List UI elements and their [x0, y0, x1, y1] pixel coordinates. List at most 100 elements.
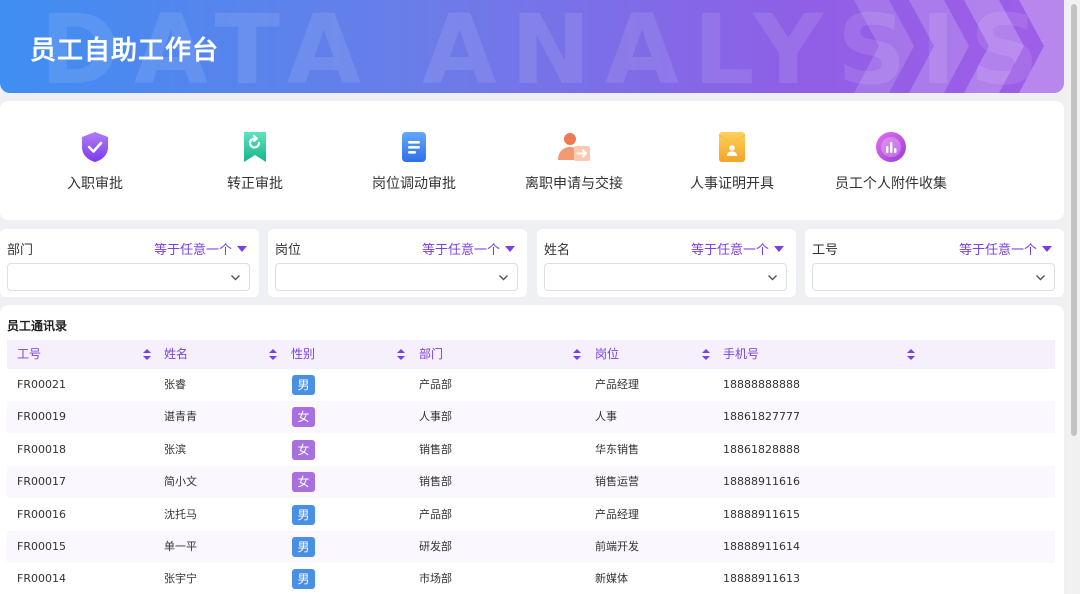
position-select[interactable] — [275, 263, 518, 291]
table-row[interactable]: FR00018 张滨 女 销售部 华东销售 18861828888 — [7, 434, 1055, 466]
shortcut-hr-certificate[interactable]: 人事证明开具 — [683, 101, 781, 220]
column-header-dept[interactable]: 部门 — [419, 340, 443, 369]
cell-dept: 研发部 — [419, 540, 452, 553]
employee-id-select[interactable] — [812, 263, 1055, 291]
shortcut-attachment-collection[interactable]: 员工个人附件收集 — [830, 101, 952, 220]
sort-icon[interactable] — [143, 349, 151, 360]
cell-name: 沈托马 — [164, 507, 197, 521]
shortcut-label: 员工个人附件收集 — [835, 176, 947, 192]
cell-name: 简小文 — [164, 475, 197, 489]
table-row[interactable]: FR00019 谌青青 女 人事部 人事 18861827777 — [7, 401, 1055, 434]
table-row[interactable]: FR00015 单一平 男 研发部 前端开发 18888911614 — [7, 531, 1055, 563]
cell-post: 产品经理 — [595, 507, 639, 521]
chevron-down-icon — [499, 275, 508, 281]
caret-down-icon — [237, 245, 247, 252]
shortcut-label: 离职申请与交接 — [525, 176, 623, 192]
filter-operator-dropdown[interactable]: 等于任意一个 — [154, 239, 247, 258]
shortcut-onboarding-approval[interactable]: 入职审批 — [55, 101, 135, 220]
cell-phone: 18861828888 — [723, 442, 800, 456]
filter-operator-label: 等于任意一个 — [958, 243, 1037, 258]
filter-name: 姓名 等于任意一个 — [537, 229, 796, 297]
cell-dept: 产品部 — [419, 378, 452, 391]
cell-id: FR00019 — [17, 410, 66, 424]
cell-post: 华东销售 — [595, 442, 639, 456]
shortcut-probation-approval[interactable]: 转正审批 — [215, 101, 295, 220]
cell-phone: 18888911616 — [723, 475, 800, 489]
cell-post: 产品经理 — [595, 378, 639, 391]
gender-badge: 男 — [292, 504, 315, 525]
chevron-down-icon — [1036, 275, 1045, 281]
document-list-icon — [402, 132, 426, 162]
filter-label: 姓名 — [544, 243, 571, 258]
filter-label: 部门 — [7, 243, 34, 258]
cell-post: 销售运营 — [595, 475, 639, 489]
name-select[interactable] — [544, 263, 787, 291]
column-header-gender[interactable]: 性别 — [291, 340, 315, 369]
filter-operator-dropdown[interactable]: 等于任意一个 — [691, 239, 784, 258]
cell-dept: 人事部 — [419, 410, 452, 424]
shortcut-transfer-approval[interactable]: 岗位调动审批 — [364, 101, 464, 220]
cell-id: FR00018 — [17, 442, 66, 456]
employee-directory-card: 员工通讯录 工号 姓名 性别 部门 岗位 手机号 FR00021 张睿男产品部 产品经理 188… — [0, 305, 1064, 594]
shortcut-label: 入职审批 — [67, 176, 123, 192]
column-header-name[interactable]: 姓名 — [164, 340, 188, 369]
table-row[interactable]: FR00014 张宇宁 男 市场部 新媒体 18888911613 — [7, 563, 1055, 594]
cell-id: FR00014 — [17, 572, 66, 586]
filter-operator-dropdown[interactable]: 等于任意一个 — [959, 239, 1052, 258]
caret-down-icon — [774, 245, 784, 252]
cell-name: 张宇宁 — [164, 572, 197, 586]
filter-operator-label: 等于任意一个 — [690, 243, 769, 258]
shortcut-panel: 入职审批 转正审批 岗位调动审批 离职申请与交接 人事证明开具 员工个人附件收集 — [0, 101, 1064, 220]
gender-badge: 男 — [292, 375, 315, 395]
cell-name: 张滨 — [164, 442, 186, 456]
shortcut-label: 转正审批 — [227, 176, 283, 192]
column-header-post[interactable]: 岗位 — [595, 340, 619, 369]
sort-icon[interactable] — [702, 349, 710, 360]
cell-dept: 销售部 — [419, 442, 452, 456]
filter-position: 岗位 等于任意一个 — [268, 229, 527, 297]
sort-icon[interactable] — [573, 349, 581, 360]
sort-icon[interactable] — [907, 349, 915, 360]
cell-dept: 产品部 — [419, 507, 452, 521]
table-header: 工号 姓名 性别 部门 岗位 手机号 — [7, 340, 1055, 369]
table-row[interactable]: FR00017 简小文 女 销售部 销售运营 18888911616 — [7, 466, 1055, 499]
column-header-phone[interactable]: 手机号 — [723, 340, 759, 369]
shield-check-icon — [82, 132, 108, 162]
gender-badge: 女 — [292, 407, 315, 428]
filter-operator-dropdown[interactable]: 等于任意一个 — [422, 239, 515, 258]
gender-badge: 男 — [292, 569, 315, 590]
chevron-down-icon — [768, 275, 777, 281]
cell-id: FR00017 — [17, 475, 66, 489]
cell-name: 谌青青 — [164, 410, 197, 424]
filter-label: 工号 — [812, 243, 839, 258]
sort-icon[interactable] — [397, 349, 405, 360]
cell-phone: 18888911613 — [723, 572, 800, 586]
shortcut-resignation-handover[interactable]: 离职申请与交接 — [520, 101, 628, 220]
filter-label: 岗位 — [275, 243, 302, 258]
cell-id: FR00021 — [17, 378, 66, 391]
cell-post: 前端开发 — [595, 540, 639, 553]
column-header-id[interactable]: 工号 — [17, 340, 41, 369]
cell-post: 新媒体 — [595, 572, 628, 586]
sort-icon[interactable] — [269, 349, 277, 360]
department-select[interactable] — [7, 263, 250, 291]
table-row[interactable]: FR00021 张睿 男 产品部 产品经理 18888888888 — [7, 369, 1055, 401]
cell-phone: 18888888888 — [723, 378, 800, 391]
gender-badge: 男 — [292, 537, 315, 557]
cell-phone: 18888911615 — [723, 507, 800, 521]
chevron-decoration-icon — [854, 0, 1064, 93]
cell-id: FR00016 — [17, 507, 66, 521]
shortcut-label: 岗位调动审批 — [372, 176, 456, 192]
filter-operator-label: 等于任意一个 — [421, 243, 500, 258]
scrollbar-thumb[interactable] — [1071, 4, 1077, 436]
filter-employee-id: 工号 等于任意一个 — [805, 229, 1064, 297]
cell-dept: 销售部 — [419, 475, 452, 489]
caret-down-icon — [505, 245, 515, 252]
table-title: 员工通讯录 — [7, 319, 68, 333]
cell-id: FR00015 — [17, 540, 66, 553]
page-title: 员工自助工作台 — [30, 36, 220, 66]
shortcut-label: 人事证明开具 — [690, 176, 774, 192]
filter-operator-label: 等于任意一个 — [153, 243, 232, 258]
cell-post: 人事 — [595, 410, 617, 424]
table-row[interactable]: FR00016 沈托马 男 产品部 产品经理 18888911615 — [7, 499, 1055, 531]
